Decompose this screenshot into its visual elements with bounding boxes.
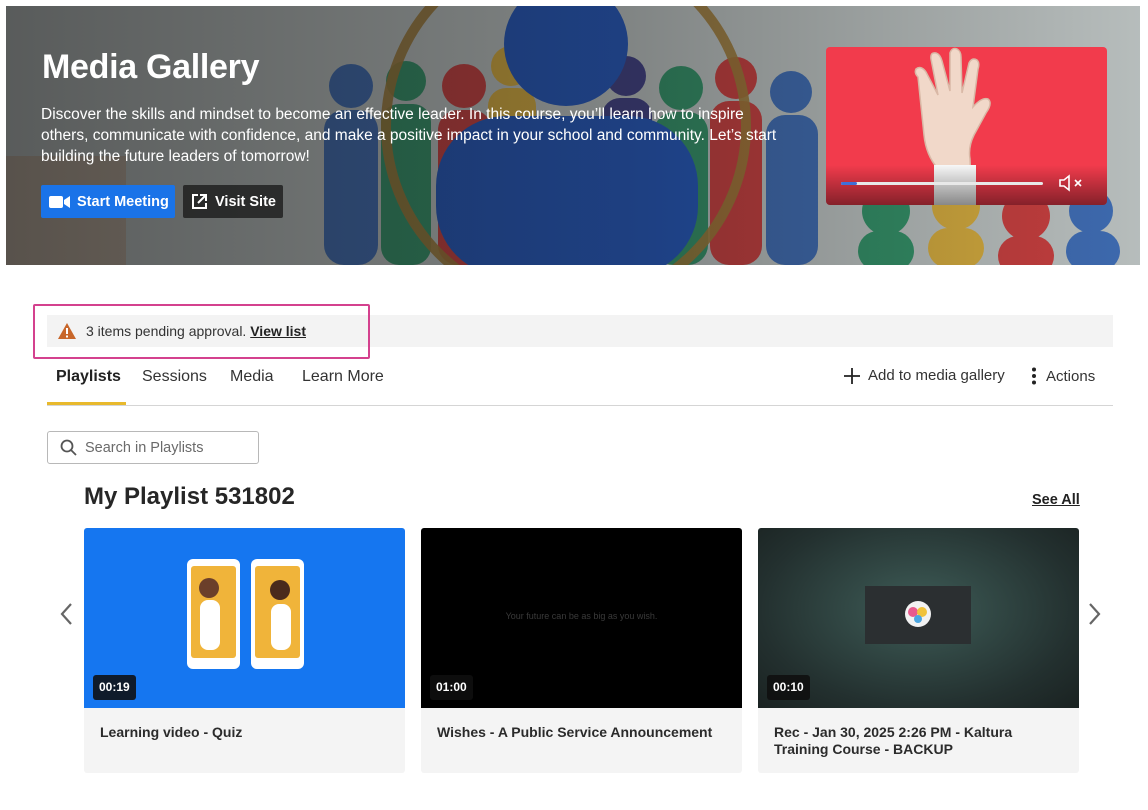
playlist-card[interactable]: 00:19 Learning video - Quiz: [84, 528, 405, 773]
visit-site-label: Visit Site: [215, 193, 276, 210]
tab-learn-more[interactable]: Learn More: [302, 368, 384, 406]
plus-icon: [844, 367, 860, 384]
page-title: Media Gallery: [42, 48, 260, 86]
see-all-link[interactable]: See All: [1032, 492, 1080, 508]
card-thumbnail: 00:19: [84, 528, 405, 708]
card-thumbnail: 00:10: [758, 528, 1079, 708]
add-to-media-gallery-button[interactable]: Add to media gallery: [844, 367, 1005, 384]
card-title: Learning video - Quiz: [100, 724, 243, 740]
external-link-icon: [192, 194, 207, 209]
progress-fill: [841, 182, 858, 185]
tab-sessions[interactable]: Sessions: [142, 368, 207, 406]
duration-badge: 00:19: [93, 675, 136, 700]
actions-menu-button[interactable]: Actions: [1030, 367, 1095, 385]
card-title: Wishes - A Public Service Announcement: [437, 724, 713, 740]
more-vertical-icon: [1032, 367, 1036, 385]
playlist-card[interactable]: 00:10 Rec - Jan 30, 2025 2:26 PM - Kaltu…: [758, 528, 1079, 773]
volume-muted-icon[interactable]: [1058, 173, 1088, 193]
duration-badge: 01:00: [430, 675, 473, 700]
add-to-media-gallery-label: Add to media gallery: [868, 367, 1005, 384]
thumbnail-caption: Your future can be as big as you wish.: [505, 611, 658, 621]
visit-site-button[interactable]: Visit Site: [183, 185, 283, 218]
playlist-card[interactable]: Your future can be as big as you wish. 0…: [421, 528, 742, 773]
start-meeting-button[interactable]: Start Meeting: [41, 185, 175, 218]
tab-playlists[interactable]: Playlists: [56, 368, 121, 406]
video-player[interactable]: [826, 47, 1107, 205]
active-tab-indicator: [47, 402, 126, 405]
card-title: Rec - Jan 30, 2025 2:26 PM - Kaltura Tra…: [774, 724, 1013, 757]
search-input[interactable]: [85, 439, 255, 456]
chevron-right-icon[interactable]: [1085, 598, 1105, 630]
search-box: [47, 431, 259, 464]
video-camera-icon: [49, 195, 70, 208]
playlist-title: My Playlist 531802: [84, 483, 295, 510]
progress-bar[interactable]: [841, 182, 1043, 185]
actions-label: Actions: [1046, 367, 1096, 385]
duration-badge: 00:10: [767, 675, 810, 700]
start-meeting-label: Start Meeting: [77, 193, 169, 210]
alert-highlight-box: [33, 304, 370, 359]
hero-description: Discover the skills and mindset to becom…: [41, 106, 777, 165]
chevron-left-icon[interactable]: [56, 598, 76, 630]
search-icon: [60, 439, 77, 456]
card-thumbnail: Your future can be as big as you wish. 0…: [421, 528, 742, 708]
tab-media[interactable]: Media: [230, 368, 274, 406]
